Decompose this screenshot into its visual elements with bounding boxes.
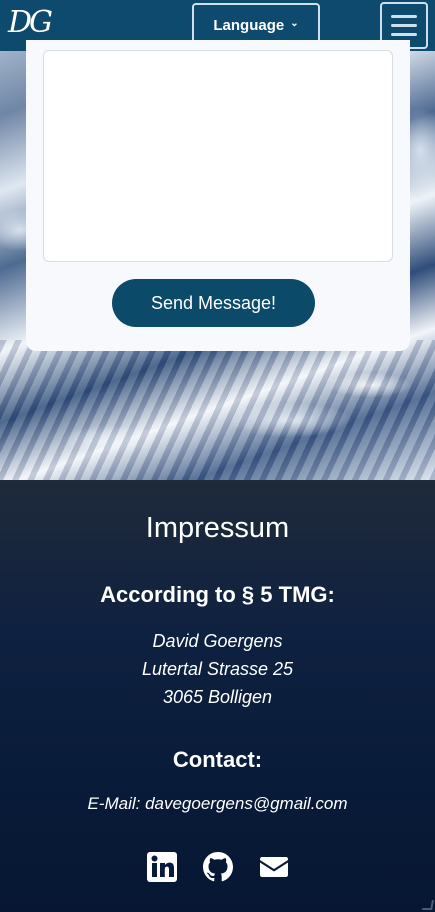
- contact-heading: Contact:: [172, 747, 263, 772]
- tmg-heading: According to § 5 TMG:: [100, 582, 335, 607]
- logo[interactable]: DG: [8, 5, 53, 40]
- chevron-down-icon: ⌄: [290, 17, 299, 29]
- menu-bar: [391, 24, 417, 27]
- menu-bar: [391, 15, 417, 18]
- language-label: Language: [213, 16, 285, 34]
- social-links: [0, 850, 435, 886]
- email-line[interactable]: E-Mail: davegoergens@gmail.com: [0, 794, 435, 814]
- impressum-title: Impressum: [145, 512, 290, 544]
- address-city: 3065 Bolligen: [162, 687, 273, 707]
- footer: Impressum According to § 5 TMG: David Go…: [0, 480, 435, 912]
- menu-bar: [391, 33, 417, 36]
- address-name: David Goergens: [152, 631, 283, 651]
- message-textarea[interactable]: [43, 50, 393, 262]
- mail-icon[interactable]: [257, 850, 291, 884]
- resize-handle-icon: [422, 900, 434, 910]
- contact-card: Send Message!: [26, 40, 410, 351]
- linkedin-icon[interactable]: [145, 850, 179, 884]
- send-message-button[interactable]: Send Message!: [112, 279, 315, 327]
- address-street: Lutertal Strasse 25: [141, 659, 294, 679]
- github-icon[interactable]: [201, 850, 235, 884]
